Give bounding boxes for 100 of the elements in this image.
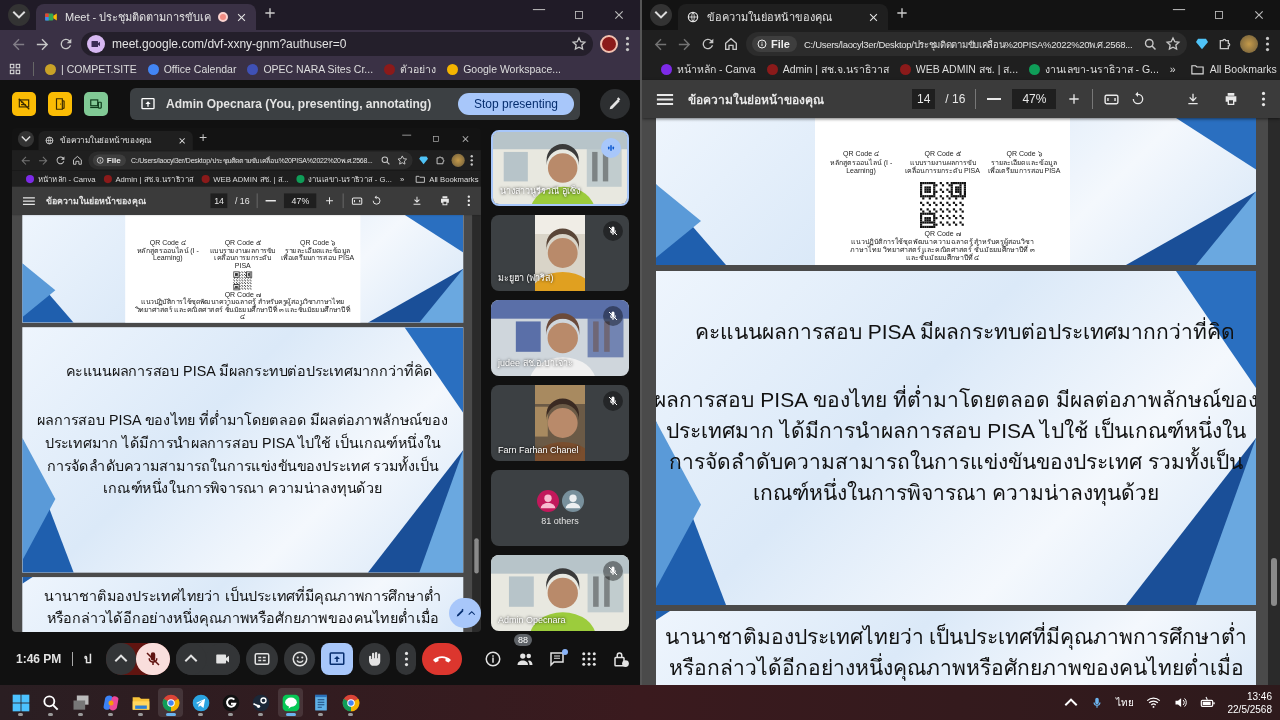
tab-search-icon[interactable] xyxy=(12,10,26,20)
participant-tile[interactable]: judee สช.อ.บาเจาะ xyxy=(491,300,629,376)
zoom-field[interactable]: 47% xyxy=(1012,89,1057,109)
slide-text: นานาชาติมองประเทศไทยว่า เป็นประเทศที่มีคุณภาพการศึกษาต่ำ xyxy=(44,585,442,607)
bookmark-star-icon[interactable] xyxy=(1165,36,1181,52)
new-tab-icon[interactable] xyxy=(197,131,209,144)
print-icon[interactable] xyxy=(1223,91,1239,107)
annotate-button[interactable] xyxy=(600,89,630,119)
captions-button[interactable] xyxy=(246,642,278,675)
minimize-icon[interactable] xyxy=(1172,8,1186,11)
tab-search-icon[interactable] xyxy=(20,135,32,143)
slide-text: หรือกล่าวได้อีกอย่างหนึ่งคุณภาพหรือศักยภาพของคนไทยต่ำเมื่อ xyxy=(46,607,440,629)
zoom-out-icon[interactable] xyxy=(986,97,1003,101)
download-icon[interactable] xyxy=(1185,91,1201,107)
more-icon[interactable] xyxy=(466,194,471,207)
more-icon[interactable] xyxy=(625,36,630,52)
chat-bubble-icon xyxy=(280,692,301,713)
more-icon[interactable] xyxy=(469,154,474,167)
zoom-in-icon[interactable] xyxy=(323,194,336,207)
tab-search-icon[interactable] xyxy=(654,10,668,20)
participant-tile[interactable]: 81 others xyxy=(491,470,629,546)
bookmark[interactable]: ตัวอย่าง xyxy=(384,60,437,78)
bookmark[interactable]: OPEC NARA Sites Cr... xyxy=(247,63,374,75)
host-controls-icon[interactable] xyxy=(612,649,630,668)
reload-icon[interactable] xyxy=(700,36,716,52)
bookmark[interactable]: | COMPET.SITE xyxy=(45,63,137,75)
participant-count-badge: 88 xyxy=(514,633,533,646)
present-button[interactable] xyxy=(321,642,353,675)
zoom-icon[interactable] xyxy=(1143,36,1158,52)
gem-icon[interactable] xyxy=(1194,36,1210,52)
file-chip[interactable]: File xyxy=(92,154,126,167)
page-number-field[interactable]: 14 xyxy=(210,193,228,209)
participant-tile[interactable]: Farn Farhan Chanel xyxy=(491,385,629,461)
more-bookmarks-button[interactable]: » xyxy=(1169,63,1176,75)
bookmark[interactable]: หน้าหลัก - Canva xyxy=(661,60,756,78)
print-icon[interactable] xyxy=(439,194,451,207)
download-icon[interactable] xyxy=(411,194,423,207)
profile-avatar[interactable] xyxy=(600,35,618,53)
bookmark[interactable]: WEB ADMIN สช. | ส... xyxy=(899,60,1019,78)
extensions-icon[interactable] xyxy=(1217,36,1233,52)
zoom-out-icon[interactable] xyxy=(265,199,277,203)
browser-tab[interactable]: ข้อความในย่อหน้าของคุณ xyxy=(678,4,888,30)
reactions-button[interactable] xyxy=(283,642,316,675)
close-icon[interactable] xyxy=(1252,8,1266,22)
address-bar[interactable]: File C:/Users/laocyl3er/Desktop/ประชุมติดตามขับเคลื่อน%20PISA%2022%20พ.ศ.2568... xyxy=(746,32,1187,56)
reload-icon[interactable] xyxy=(54,154,67,167)
all-bookmarks[interactable]: All Bookmarks xyxy=(1189,61,1277,77)
scrollbar-thumb[interactable] xyxy=(1271,558,1277,606)
gem-icon[interactable] xyxy=(417,154,430,167)
close-icon[interactable] xyxy=(612,8,626,22)
menu-icon[interactable] xyxy=(656,92,674,106)
slide-text: เกณฑ์หนึ่งในการพิจารณา ความน่าลงทุนด้วย xyxy=(103,477,383,499)
wifi-icon[interactable] xyxy=(1145,695,1161,710)
more-icon[interactable] xyxy=(1261,91,1266,107)
address-bar[interactable]: meet.google.com/dvf-xxny-gnm?authuser=0 xyxy=(81,32,593,56)
taskbar-clock[interactable]: 13:46 22/5/2568 xyxy=(1227,690,1272,715)
maximize-icon[interactable] xyxy=(572,8,586,22)
raise-hand-button[interactable] xyxy=(358,642,391,675)
leave-call-button[interactable] xyxy=(421,642,462,675)
profile-avatar[interactable] xyxy=(1240,35,1258,53)
minimize-icon[interactable] xyxy=(532,8,546,11)
bookmark[interactable]: Office Calendar xyxy=(147,63,237,75)
browser-tab[interactable]: Meet - ประชุมติดตามการขับเค xyxy=(36,4,257,30)
door-button[interactable] xyxy=(48,92,72,116)
maximize-icon[interactable] xyxy=(1212,8,1226,22)
zoom-field[interactable]: 47% xyxy=(284,193,317,209)
page-number-field[interactable]: 14 xyxy=(912,89,936,109)
more-icon[interactable] xyxy=(1265,36,1270,52)
back-icon[interactable] xyxy=(19,154,32,167)
file-chip[interactable]: File xyxy=(752,36,797,52)
home-icon[interactable] xyxy=(723,36,739,52)
participant-tile[interactable]: มะยูฮา (ฟาริส) xyxy=(491,215,629,291)
close-icon[interactable] xyxy=(460,133,471,145)
bookmark[interactable]: Google Workspace... xyxy=(447,63,561,75)
hide-screen-button[interactable] xyxy=(12,92,36,116)
menu-icon[interactable] xyxy=(22,196,36,206)
chat-icon[interactable] xyxy=(548,649,566,668)
reload-icon[interactable] xyxy=(58,36,74,52)
microphone-button[interactable] xyxy=(136,642,171,675)
bookmark[interactable]: งานเลขา-นราธิวาส - G... xyxy=(1029,60,1159,78)
stop-presenting-button[interactable]: Stop presenting xyxy=(457,93,574,115)
bookmark-star-icon[interactable] xyxy=(571,36,587,52)
close-tab-icon[interactable] xyxy=(177,135,187,146)
new-tab-icon[interactable] xyxy=(894,5,910,21)
more-options-button[interactable] xyxy=(396,642,416,675)
bookmark[interactable]: Admin | สช.จ.นราธิวาส xyxy=(766,60,889,78)
audio-options-button[interactable] xyxy=(106,642,137,675)
activities-icon[interactable] xyxy=(580,649,598,668)
taskbar-button[interactable] xyxy=(158,688,183,717)
input-language[interactable]: ไทย xyxy=(1115,695,1134,710)
phone-hang-up-icon xyxy=(431,654,452,663)
taskbar-button[interactable] xyxy=(278,688,303,717)
show-hidden-icons-icon[interactable] xyxy=(1063,696,1078,709)
browser-tab[interactable]: ข้อความในย่อหน้าของคุณ xyxy=(38,130,193,151)
apps-icon[interactable] xyxy=(8,62,22,76)
forward-icon[interactable] xyxy=(37,154,50,167)
info-icon[interactable] xyxy=(484,649,502,668)
profile-avatar[interactable] xyxy=(451,153,465,167)
scrollbar-thumb[interactable] xyxy=(474,538,479,574)
devices-button[interactable] xyxy=(84,92,108,116)
